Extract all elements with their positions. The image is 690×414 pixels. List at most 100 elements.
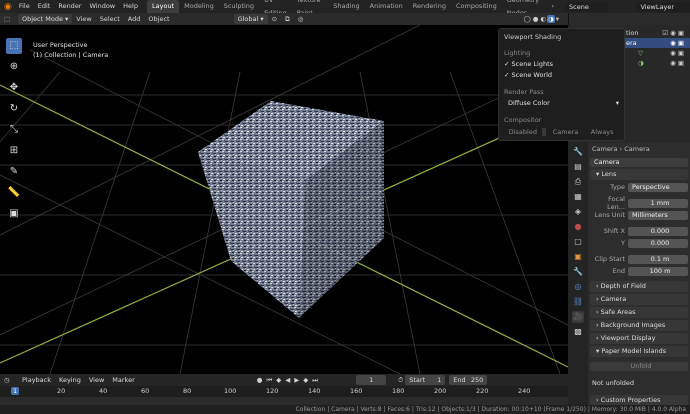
keyframe-dot-icon[interactable]: ● (255, 376, 265, 384)
scene-selector[interactable]: Scene (565, 1, 609, 12)
menu-edit[interactable]: Edit (34, 0, 55, 13)
workspace-more-icon[interactable]: › (546, 0, 559, 13)
transform-orientation-dropdown[interactable]: Global ▾ (233, 14, 268, 24)
viewport-display-panel[interactable]: › Viewport Display (590, 333, 688, 344)
mode-dropdown[interactable]: Object Mode ▾ (18, 14, 73, 24)
transform-orientation-label: Global (237, 15, 259, 23)
add-cube-icon[interactable]: ▣ (6, 206, 22, 222)
preview-range-icon[interactable]: ⏱ (398, 376, 403, 385)
camera-datablock[interactable]: Camera (590, 157, 688, 167)
tool-props-icon[interactable]: 🔧 (572, 146, 584, 158)
playback-menu[interactable]: Playback (18, 376, 55, 384)
frame-ruler[interactable]: 1 20 40 60 80 100 120 140 160 180 200 22… (0, 386, 568, 397)
physics-props-icon[interactable]: ◎ (572, 281, 584, 293)
shading-wireframe-icon[interactable]: ◯ (522, 15, 531, 23)
type-label: Type (610, 183, 625, 191)
compositor-camera-option[interactable]: Camera (541, 128, 586, 136)
menu-view[interactable]: View (72, 13, 95, 25)
menu-render[interactable]: Render (54, 0, 85, 13)
clip-end-field[interactable]: 100 m (628, 266, 688, 276)
blender-logo-icon[interactable]: ◉ (4, 2, 12, 12)
shift-y-label: Y (621, 239, 625, 247)
background-images-panel[interactable]: › Background Images (590, 320, 688, 331)
compositor-disabled-option[interactable]: Disabled (504, 128, 542, 136)
scene-world-checkbox[interactable]: ✓ Scene World (504, 71, 619, 79)
tab-rendering[interactable]: Rendering (408, 0, 451, 13)
constraint-props-icon[interactable]: ⛓ (572, 296, 584, 308)
transform-icon[interactable]: ⊞ (6, 143, 22, 159)
prev-key-icon[interactable]: ◆ (274, 376, 283, 384)
jump-end-icon[interactable]: ⏭ (310, 376, 320, 385)
measure-icon[interactable]: 📏 (6, 185, 22, 201)
shading-rendered-icon[interactable]: ◑ (547, 15, 555, 23)
menu-file[interactable]: File (15, 0, 34, 13)
output-props-icon[interactable]: ⎙ (572, 176, 584, 188)
timeline-editor-icon[interactable]: ◷ (4, 376, 18, 384)
focal-length-field[interactable]: 1 mm (628, 198, 688, 208)
tab-sculpting[interactable]: Sculpting (219, 0, 259, 13)
keying-menu[interactable]: Keying (55, 376, 85, 384)
collection-props-icon[interactable]: ▢ (572, 236, 584, 248)
snap-icon[interactable]: ⧉ (281, 13, 294, 25)
clip-start-field[interactable]: 0.1 m (628, 254, 688, 264)
tab-modeling[interactable]: Modeling (179, 0, 219, 13)
shift-y-field[interactable]: 0.000 (628, 238, 688, 248)
select-box-icon[interactable]: ⬚ (6, 38, 22, 54)
jump-start-icon[interactable]: ⏮ (264, 376, 274, 385)
lens-unit-dropdown[interactable]: Millimeters (628, 210, 688, 220)
render-pass-dropdown[interactable]: Diffuse Color ▾ (504, 99, 619, 107)
shading-options-chevron-icon[interactable]: ▾ (555, 15, 560, 23)
render-props-icon[interactable]: ▤ (572, 161, 584, 173)
proportional-icon[interactable]: ◎ (294, 13, 308, 25)
lens-panel-header[interactable]: ▾ Lens (590, 169, 688, 180)
move-icon[interactable]: ✥ (6, 80, 22, 96)
tab-layout[interactable]: Layout (147, 0, 180, 13)
tab-shading[interactable]: Shading (328, 0, 364, 13)
depth-of-field-panel[interactable]: › Depth of Field (590, 281, 688, 292)
timeline-view-menu[interactable]: View (85, 376, 108, 384)
next-key-icon[interactable]: ◆ (301, 376, 310, 384)
annotate-icon[interactable]: ✎ (6, 164, 22, 180)
end-frame-field[interactable]: End 250 (449, 375, 488, 385)
scale-icon[interactable]: ⤡ (6, 122, 22, 138)
3d-viewport[interactable] (0, 25, 568, 374)
paper-model-islands-panel[interactable]: ▾ Paper Model Islands (590, 346, 688, 357)
scene-lights-checkbox[interactable]: ✓ Scene Lights (504, 60, 619, 68)
marker-menu[interactable]: Marker (108, 376, 138, 384)
viewport-display-title: Viewport Display (600, 334, 656, 342)
camera-panel[interactable]: › Camera (590, 294, 688, 305)
shading-material-icon[interactable]: ◐ (539, 15, 547, 23)
texture-props-icon[interactable]: ▩ (572, 326, 584, 338)
type-dropdown[interactable]: Perspective (628, 182, 688, 192)
modifier-props-icon[interactable]: 🔧 (572, 266, 584, 278)
menu-select[interactable]: Select (96, 13, 124, 25)
menu-add[interactable]: Add (124, 13, 145, 25)
shift-x-field[interactable]: 0.000 (628, 226, 688, 236)
end-value: 250 (470, 376, 484, 384)
start-frame-field[interactable]: Start 1 (405, 375, 446, 385)
world-props-icon[interactable]: ● (572, 221, 584, 233)
camera-datablock-name[interactable]: Camera (590, 157, 688, 167)
playhead[interactable]: 1 (11, 387, 20, 395)
view-layer-props-icon[interactable]: ▦ (572, 191, 584, 203)
play-reverse-icon[interactable]: ◀ (283, 376, 292, 384)
unfold-button[interactable]: Unfold (590, 361, 688, 371)
menu-window[interactable]: Window (85, 0, 119, 13)
pivot-icon[interactable]: ⊙ (268, 13, 281, 25)
menu-help[interactable]: Help (119, 0, 142, 13)
menu-object[interactable]: Object (144, 13, 173, 25)
current-frame-field[interactable]: 1 (356, 375, 387, 385)
rotate-icon[interactable]: ↻ (6, 101, 22, 117)
object-props-icon[interactable]: ▣ (572, 251, 584, 263)
tab-compositing[interactable]: Compositing (451, 0, 502, 13)
tab-animation[interactable]: Animation (365, 0, 408, 13)
view-layer-selector[interactable]: ViewLayer (636, 1, 690, 12)
safe-areas-panel[interactable]: › Safe Areas (590, 307, 688, 318)
editor-type-icon[interactable]: ⬚ (4, 15, 18, 23)
play-icon[interactable]: ▶ (292, 376, 301, 384)
shading-solid-icon[interactable]: ● (532, 15, 540, 23)
data-props-icon[interactable]: 🎥 (572, 311, 584, 323)
scene-props-icon[interactable]: ◈ (572, 206, 584, 218)
compositor-always-option[interactable]: Always (585, 128, 619, 136)
cursor-icon[interactable]: ⊕ (6, 59, 22, 75)
